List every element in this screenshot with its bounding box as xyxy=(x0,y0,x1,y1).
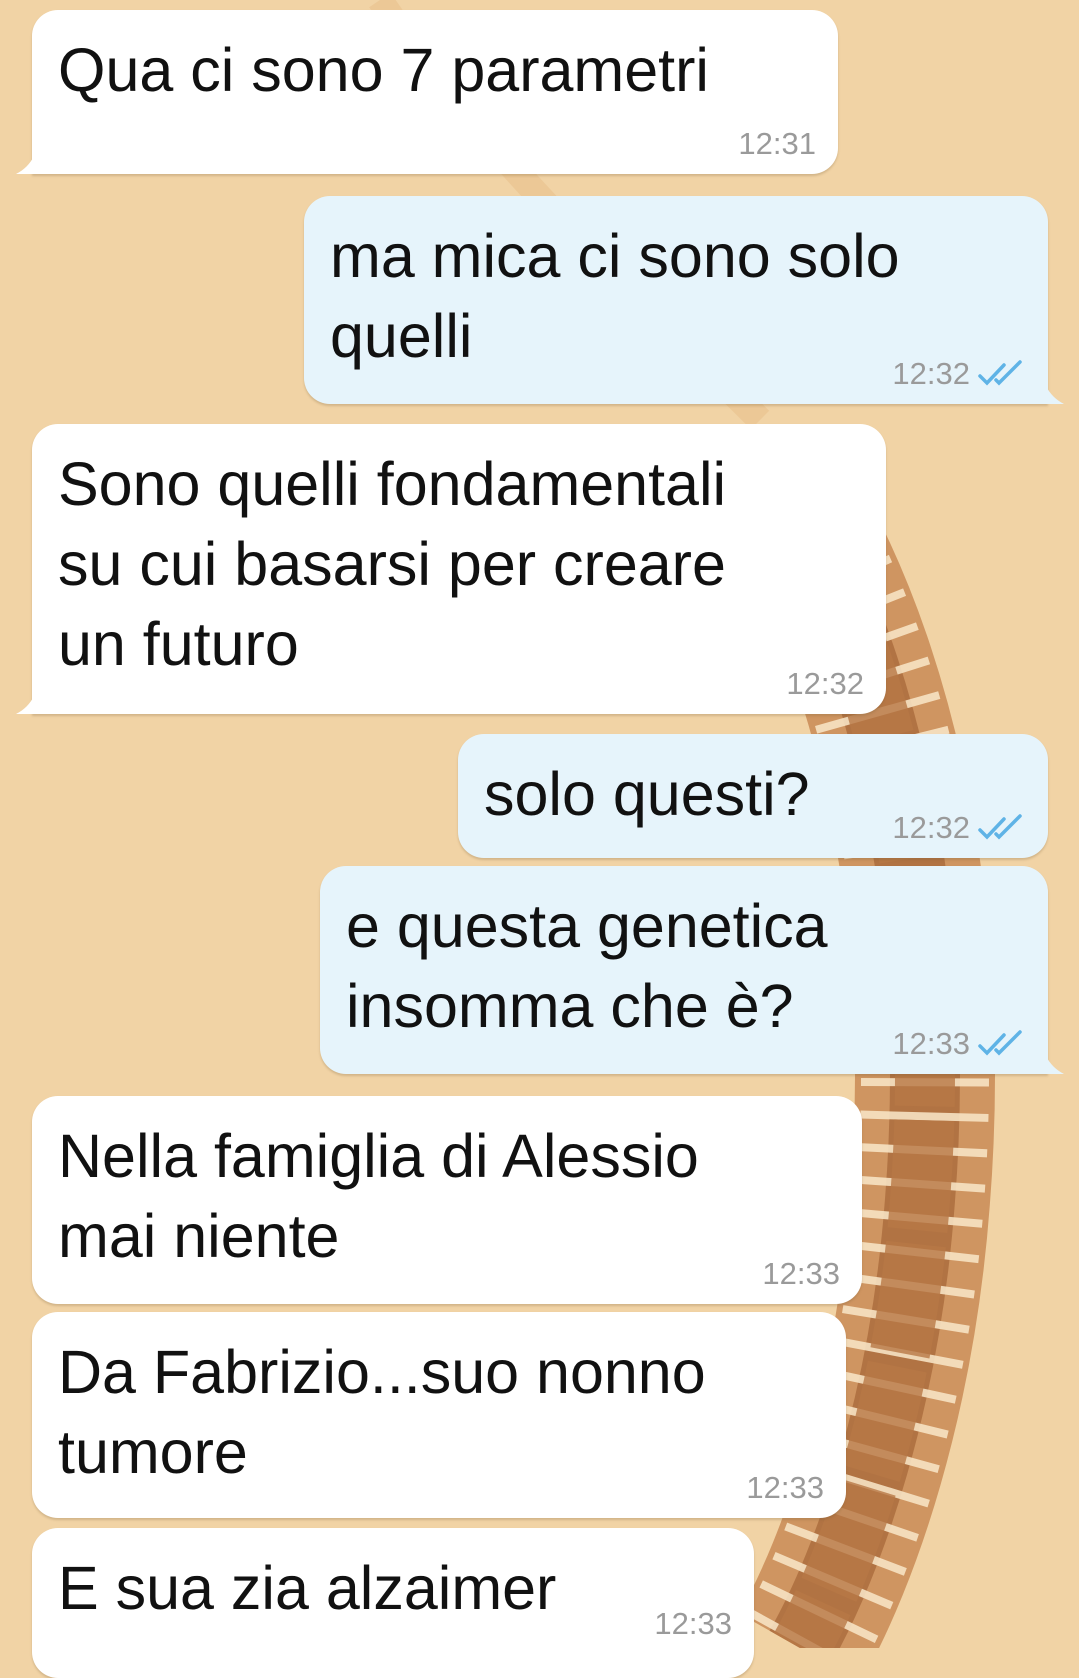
message-time: 12:32 xyxy=(786,666,864,701)
bubble-tail xyxy=(16,156,34,174)
message-time: 12:33 xyxy=(762,1256,840,1291)
message-text: Qua ci sono 7 parametri xyxy=(58,36,709,104)
message-bubble-outgoing[interactable]: ma mica ci sono solo quelli 12:32 xyxy=(304,196,1064,404)
message-time: 12:33 xyxy=(892,1026,970,1061)
message-bubble-incoming[interactable]: Sono quelli fondamentali su cui basarsi … xyxy=(16,424,886,714)
bubble-tail xyxy=(16,696,34,714)
message-meta: 12:33 xyxy=(762,1256,840,1292)
message-text: Da Fabrizio...suo nonno tumore xyxy=(58,1338,706,1486)
read-double-check-icon xyxy=(978,814,1022,840)
message-bubble-outgoing[interactable]: e questa genetica insomma che è? 12:33 xyxy=(320,866,1064,1074)
message-bubble-outgoing[interactable]: solo questi? 12:32 xyxy=(458,734,1048,858)
chat-conversation[interactable]: Qua ci sono 7 parametri 12:31 ma mica ci… xyxy=(0,0,1079,1678)
message-meta: 12:33 xyxy=(654,1606,732,1642)
message-bubble-incoming[interactable]: Qua ci sono 7 parametri 12:31 xyxy=(16,10,838,174)
bubble-tail xyxy=(1046,386,1064,404)
message-bubble-incoming[interactable]: Nella famiglia di Alessio mai niente 12:… xyxy=(32,1096,862,1304)
message-meta: 12:32 xyxy=(892,356,1026,392)
message-time: 12:31 xyxy=(738,126,816,161)
message-meta: 12:33 xyxy=(892,1026,1026,1062)
bubble-tail xyxy=(1046,1056,1064,1074)
message-meta: 12:33 xyxy=(746,1470,824,1506)
message-bubble-incoming[interactable]: Da Fabrizio...suo nonno tumore 12:33 xyxy=(32,1312,846,1518)
read-double-check-icon xyxy=(978,360,1022,386)
message-text: E sua zia alzaimer xyxy=(58,1554,557,1622)
message-bubble-incoming[interactable]: E sua zia alzaimer 12:33 xyxy=(32,1528,754,1678)
message-meta: 12:31 xyxy=(738,126,816,162)
message-text: Sono quelli fondamentali su cui basarsi … xyxy=(58,450,727,678)
read-double-check-icon xyxy=(978,1030,1022,1056)
message-meta: 12:32 xyxy=(892,810,1026,846)
message-time: 12:33 xyxy=(746,1470,824,1505)
message-time: 12:32 xyxy=(892,356,970,391)
message-meta: 12:32 xyxy=(786,666,864,702)
message-time: 12:32 xyxy=(892,810,970,845)
message-text: Nella famiglia di Alessio mai niente xyxy=(58,1122,699,1270)
message-text: e questa genetica insomma che è? xyxy=(346,892,828,1040)
message-text: ma mica ci sono solo quelli xyxy=(330,222,900,370)
message-time: 12:33 xyxy=(654,1606,732,1641)
